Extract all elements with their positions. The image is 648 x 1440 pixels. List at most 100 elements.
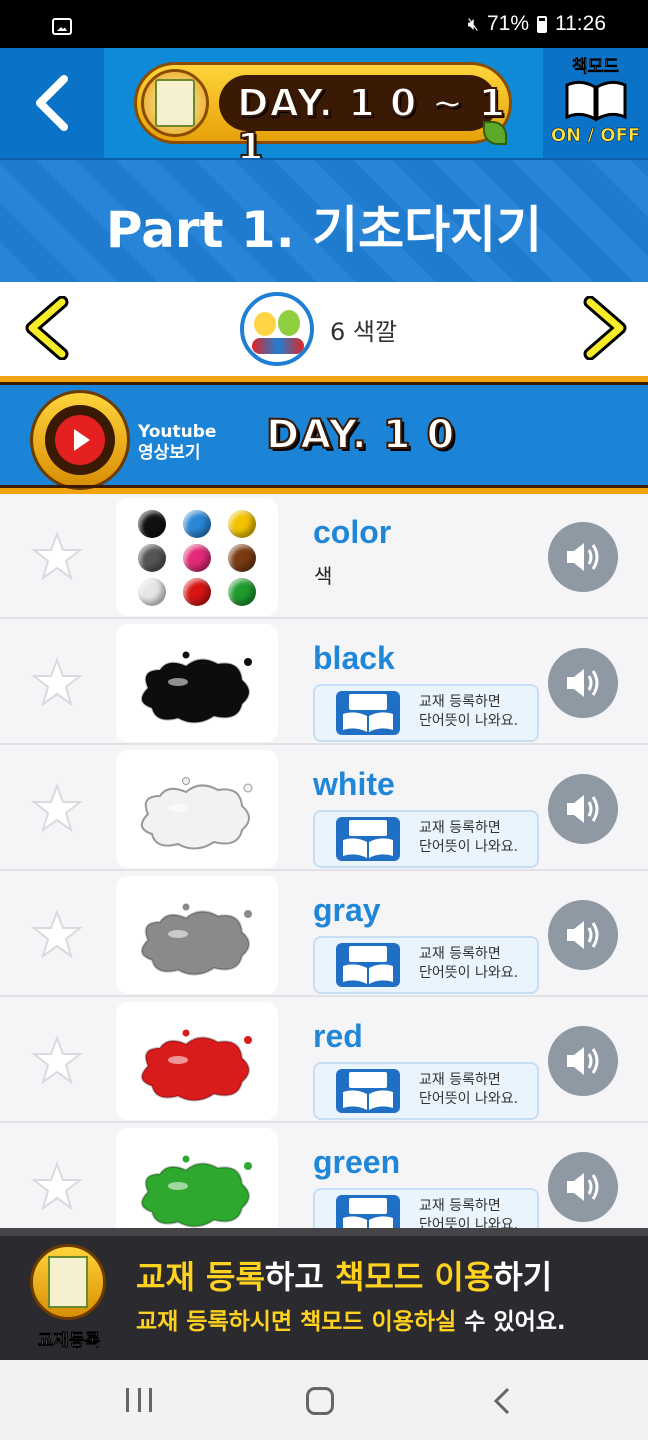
speaker-icon bbox=[567, 921, 599, 949]
day-label: DAY. 1 0 bbox=[265, 411, 456, 459]
youtube-play-button[interactable] bbox=[30, 390, 130, 490]
lesson-navigator: 6 색깔 bbox=[0, 282, 648, 376]
notice-text: 교재 등록하면 단어뜻이 나와요. bbox=[419, 1072, 519, 1107]
color-dot bbox=[183, 510, 211, 538]
favorite-star-icon[interactable] bbox=[30, 782, 84, 836]
word-row-green: green 교재 등록하면 단어뜻이 나와요. bbox=[0, 1124, 648, 1228]
play-audio-button[interactable] bbox=[548, 648, 618, 718]
next-lesson-arrow-icon[interactable] bbox=[580, 296, 630, 360]
bookmode-label: 책모드 bbox=[572, 57, 619, 78]
bookmode-badge-icon bbox=[336, 943, 400, 987]
bookmode-badge-icon bbox=[336, 1195, 400, 1228]
lesson-title: 6 색깔 bbox=[330, 318, 398, 346]
word-image bbox=[116, 1002, 278, 1120]
favorite-star-icon[interactable] bbox=[30, 530, 84, 584]
home-button[interactable] bbox=[306, 1387, 334, 1415]
prev-lesson-arrow-icon[interactable] bbox=[22, 296, 72, 360]
play-icon bbox=[55, 415, 105, 465]
book-cover-icon bbox=[141, 69, 209, 137]
word-row-black: black 교재 등록하면 단어뜻이 나와요. bbox=[0, 620, 648, 745]
day-range-banner: DAY. 1 0 ~ 1 1 bbox=[134, 62, 512, 170]
play-audio-button[interactable] bbox=[548, 774, 618, 844]
word-text: green bbox=[313, 1144, 401, 1180]
speaker-icon bbox=[567, 1047, 599, 1075]
word-image bbox=[116, 750, 278, 868]
mute-icon: 🔇︎ bbox=[467, 13, 479, 34]
youtube-day-bar: Youtube 영상보기 DAY. 1 0 bbox=[0, 376, 648, 494]
word-row-red: red 교재 등록하면 단어뜻이 나와요. bbox=[0, 998, 648, 1123]
status-bar: 🔇︎ 71% 11:26 bbox=[0, 0, 648, 48]
bookmode-badge-icon bbox=[336, 817, 400, 861]
banner-subline: 교재 등록하시면 책모드 이용하실 수 있어요. bbox=[136, 1309, 566, 1335]
word-text: gray bbox=[313, 892, 381, 928]
favorite-star-icon[interactable] bbox=[30, 908, 84, 962]
recents-button[interactable] bbox=[126, 1388, 152, 1412]
speaker-icon bbox=[567, 543, 599, 571]
word-image bbox=[116, 498, 278, 616]
color-dot bbox=[183, 578, 211, 606]
battery-icon bbox=[537, 15, 547, 33]
system-back-button[interactable] bbox=[492, 1386, 512, 1416]
paint-splat-image bbox=[141, 903, 252, 976]
system-nav-bar bbox=[0, 1360, 648, 1440]
speaker-icon bbox=[567, 1173, 599, 1201]
play-audio-button[interactable] bbox=[548, 1026, 618, 1096]
word-image bbox=[116, 876, 278, 994]
word-image bbox=[116, 1128, 278, 1228]
word-row-color: color 색 bbox=[0, 494, 648, 619]
battery-percent: 71% bbox=[486, 12, 529, 35]
day-range-label: DAY. 1 0 ~ 1 1 bbox=[236, 80, 507, 170]
word-row-gray: gray 교재 등록하면 단어뜻이 나와요. bbox=[0, 872, 648, 997]
notice-text: 교재 등록하면 단어뜻이 나와요. bbox=[419, 694, 519, 729]
bookmode-notice: 교재 등록하면 단어뜻이 나와요. bbox=[313, 1188, 539, 1228]
word-image bbox=[116, 624, 278, 742]
status-right: 🔇︎ 71% 11:26 bbox=[468, 12, 606, 36]
gallery-notification-icon bbox=[52, 18, 72, 35]
word-meaning: 색 bbox=[314, 564, 333, 588]
youtube-label[interactable]: Youtube 영상보기 bbox=[138, 422, 216, 464]
bookmode-onoff: ON / OFF bbox=[550, 125, 641, 147]
back-button[interactable] bbox=[0, 48, 104, 158]
speaker-icon bbox=[567, 795, 599, 823]
play-audio-button[interactable] bbox=[548, 1152, 618, 1222]
notice-text: 교재 등록하면 단어뜻이 나와요. bbox=[419, 946, 519, 981]
clock: 11:26 bbox=[555, 12, 606, 35]
register-book-button[interactable]: 교재등록 bbox=[24, 1242, 114, 1352]
color-dot bbox=[228, 544, 256, 572]
register-banner[interactable]: 교재등록 교재 등록하고 책모드 이용하기 교재 등록하시면 책모드 이용하실 … bbox=[0, 1228, 648, 1360]
color-dot bbox=[228, 578, 256, 606]
word-text: color bbox=[313, 514, 392, 550]
bookmode-badge-icon bbox=[336, 691, 400, 735]
word-row-white: white 교재 등록하면 단어뜻이 나와요. bbox=[0, 746, 648, 871]
paint-splat-image bbox=[141, 777, 253, 850]
chevron-left-icon bbox=[36, 75, 68, 131]
word-text: white bbox=[313, 766, 395, 802]
lesson-thumbnail bbox=[240, 292, 314, 366]
word-text: black bbox=[313, 640, 395, 676]
paint-splat-image bbox=[141, 1155, 252, 1228]
part-banner: Part 1. 기초다지기 bbox=[0, 158, 648, 282]
notice-text: 교재 등록하면 단어뜻이 나와요. bbox=[419, 820, 519, 855]
color-dot bbox=[138, 544, 166, 572]
app-header: DAY. 1 0 ~ 1 1 책모드 ON / OFF bbox=[0, 48, 648, 170]
word-text: red bbox=[313, 1018, 363, 1054]
bookmode-badge-icon bbox=[336, 1069, 400, 1113]
bookmode-toggle[interactable]: 책모드 ON / OFF bbox=[543, 48, 648, 158]
bookmode-notice: 교재 등록하면 단어뜻이 나와요. bbox=[313, 1062, 539, 1120]
favorite-star-icon[interactable] bbox=[30, 656, 84, 710]
open-book-icon bbox=[565, 80, 626, 122]
color-dot bbox=[138, 578, 166, 606]
speaker-icon bbox=[567, 669, 599, 697]
color-dot bbox=[138, 510, 166, 538]
bookmode-notice: 교재 등록하면 단어뜻이 나와요. bbox=[313, 684, 539, 742]
word-list: color 색 black 교재 등록하면 단어뜻이 나와요. white 교재… bbox=[0, 494, 648, 1228]
favorite-star-icon[interactable] bbox=[30, 1034, 84, 1088]
paint-splat-image bbox=[141, 1029, 252, 1102]
part-title: Part 1. 기초다지기 bbox=[105, 201, 543, 259]
play-audio-button[interactable] bbox=[548, 522, 618, 592]
favorite-star-icon[interactable] bbox=[30, 1160, 84, 1214]
color-dot bbox=[228, 510, 256, 538]
paint-splat-image bbox=[141, 651, 252, 724]
play-audio-button[interactable] bbox=[548, 900, 618, 970]
color-dot bbox=[183, 544, 211, 572]
